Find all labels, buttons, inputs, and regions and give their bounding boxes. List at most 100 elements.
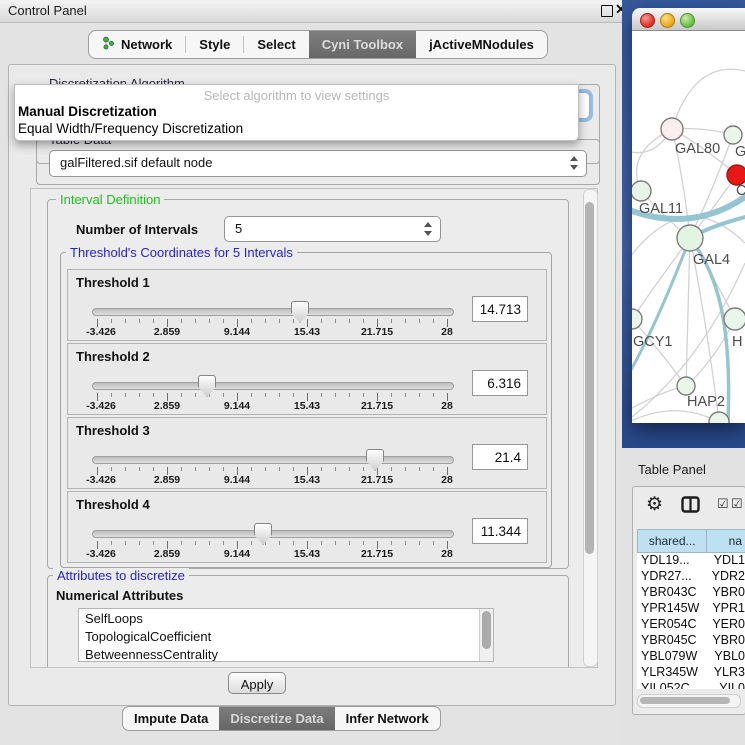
cell: YLR3: [708, 665, 745, 681]
node-gal80[interactable]: [661, 118, 683, 140]
table-row[interactable]: YBL079WYBL0: [637, 649, 745, 665]
gear-icon[interactable]: ⚙: [646, 493, 663, 516]
node-hap2[interactable]: [677, 377, 695, 395]
column-header-name[interactable]: na: [706, 529, 745, 553]
tick-label: 21.715: [361, 474, 393, 486]
tab-infer-network[interactable]: Infer Network: [335, 707, 440, 730]
threshold-4-panel: Threshold 4 -3.426 2.859 9.144 15.43 21.…: [67, 491, 547, 563]
threshold-value-field[interactable]: 11.344: [472, 518, 528, 544]
attributes-list[interactable]: SelfLoops TopologicalCoefficient Between…: [78, 608, 494, 662]
node-gal11[interactable]: [632, 181, 651, 201]
checkbox-icon[interactable]: ☑: [717, 498, 729, 510]
network-canvas[interactable]: GAL80 GA GAL11 GAL4 GCY1 H HAP2 C: [632, 31, 745, 423]
column-header-shared[interactable]: shared...: [637, 529, 706, 553]
table-row[interactable]: YDR27...YDR2: [637, 569, 745, 585]
minimize-traffic-light-icon[interactable]: [660, 13, 675, 28]
tab-jactivemnodules[interactable]: jActiveMNodules: [416, 31, 547, 58]
tick-label: 15.43: [294, 548, 320, 560]
network-window[interactable]: GAL80 GA GAL11 GAL4 GCY1 H HAP2 C: [632, 8, 745, 423]
node-label: GAL11: [639, 201, 683, 217]
tick-label: 28: [441, 548, 453, 560]
table-row[interactable]: YBR043CYBR0: [637, 585, 745, 601]
tab-impute-data[interactable]: Impute Data: [123, 707, 219, 730]
tab-select[interactable]: Select: [244, 31, 308, 58]
cell: YPR145W: [637, 601, 706, 617]
tab-network[interactable]: Network: [89, 31, 185, 58]
list-item[interactable]: TopologicalCoefficient: [79, 627, 493, 645]
table-row[interactable]: YPR145WYPR1: [637, 601, 745, 617]
node-gal4[interactable]: [677, 225, 703, 251]
cell: YBR0: [706, 633, 745, 649]
checkbox-icon[interactable]: ☑: [731, 498, 743, 510]
scrollbar-thumb[interactable]: [585, 202, 594, 554]
network-window-titlebar[interactable]: [632, 8, 745, 31]
list-item[interactable]: SelfLoops: [79, 609, 493, 627]
number-of-intervals-combobox[interactable]: 5: [224, 216, 441, 242]
threshold-value-field[interactable]: 14.713: [472, 296, 528, 322]
interval-definition-group: Interval Definition Number of Intervals …: [47, 199, 569, 569]
tab-discretize-data[interactable]: Discretize Data: [219, 707, 334, 730]
tab-label: Style: [199, 37, 230, 52]
numerical-attributes-label: Numerical Attributes: [56, 588, 183, 603]
tab-label: Discretize Data: [230, 711, 323, 726]
combobox-value: 5: [235, 221, 242, 236]
tick-label: 15.43: [294, 474, 320, 486]
split-columns-icon[interactable]: [681, 496, 700, 518]
node-bottom[interactable]: [709, 412, 729, 423]
node-red-selected[interactable]: [727, 165, 745, 185]
table-row[interactable]: YER054CYER0: [637, 617, 745, 633]
threshold-value-field[interactable]: 21.4: [472, 444, 528, 470]
threshold-label: Threshold 4: [76, 497, 150, 512]
node-h[interactable]: [724, 308, 745, 330]
table-row[interactable]: YIL052CYIL0: [637, 681, 745, 689]
dropdown-option-equal-width[interactable]: Equal Width/Frequency Discretization: [18, 121, 243, 136]
slider-track[interactable]: [92, 308, 454, 316]
cell: YER0: [706, 617, 745, 633]
group-title: Interval Definition: [56, 192, 164, 207]
node-label: GAL80: [675, 141, 720, 157]
slider-track[interactable]: [92, 530, 454, 538]
tab-cyni-toolbox[interactable]: Cyni Toolbox: [309, 31, 416, 58]
scrollbar-thumb[interactable]: [482, 611, 491, 649]
group-title: Threshold's Coordinates for 5 Intervals: [66, 245, 297, 260]
tick-label: 2.859: [154, 474, 180, 486]
tick-label: 21.715: [361, 400, 393, 412]
node-gcy1[interactable]: [632, 309, 642, 329]
threshold-label: Threshold 3: [76, 423, 150, 438]
table-row[interactable]: YLR345WYLR3: [637, 665, 745, 681]
zoom-traffic-light-icon[interactable]: [680, 13, 695, 28]
float-window-icon[interactable]: [601, 5, 613, 17]
dropdown-option-manual[interactable]: Manual Discretization: [18, 104, 157, 119]
threshold-1-panel: Threshold 1 -3.426 2.859 9.144 15.43 21.…: [67, 269, 547, 341]
apply-button[interactable]: Apply: [228, 672, 286, 694]
panel-scrollbar[interactable]: [583, 189, 598, 667]
tab-label: Cyni Toolbox: [322, 37, 403, 52]
cell: YLR345W: [637, 665, 708, 681]
tick-label: 28: [441, 326, 453, 338]
node-top-right[interactable]: [724, 126, 742, 144]
close-traffic-light-icon[interactable]: [640, 13, 655, 28]
table-row[interactable]: YDL19...YDL1: [637, 553, 745, 569]
tick-label: 9.144: [224, 326, 250, 338]
tick-label: 9.144: [224, 474, 250, 486]
cell: YDR2: [706, 569, 745, 585]
scrollbar-thumb[interactable]: [640, 697, 730, 704]
table-data-combobox[interactable]: galFiltered.sif default node: [49, 150, 587, 177]
app-root: Control Panel ✕ Network Style Select Cyn…: [0, 0, 745, 745]
list-scrollbar[interactable]: [479, 609, 493, 661]
slider-track[interactable]: [92, 382, 454, 390]
tab-style[interactable]: Style: [186, 31, 243, 58]
table-panel: Table Panel ⚙ ☑ ☑ shared... na YDL19...Y…: [622, 448, 745, 745]
algorithm-dropdown-popup: Select algorithm to view settings Manual…: [14, 84, 579, 141]
cell: YER054C: [637, 617, 706, 633]
cell: YBR0: [706, 585, 745, 601]
list-item[interactable]: BetweennessCentrality: [79, 645, 493, 662]
slider-track[interactable]: [92, 456, 454, 464]
table-row[interactable]: YBR045CYBR0: [637, 633, 745, 649]
tick-label: 15.43: [294, 400, 320, 412]
cell: YDL1: [708, 553, 745, 569]
threshold-value-field[interactable]: 6.316: [472, 370, 528, 396]
horizontal-scrollbar[interactable]: [637, 694, 741, 708]
tab-label: jActiveMNodules: [429, 37, 534, 52]
tab-label: Impute Data: [134, 711, 208, 726]
